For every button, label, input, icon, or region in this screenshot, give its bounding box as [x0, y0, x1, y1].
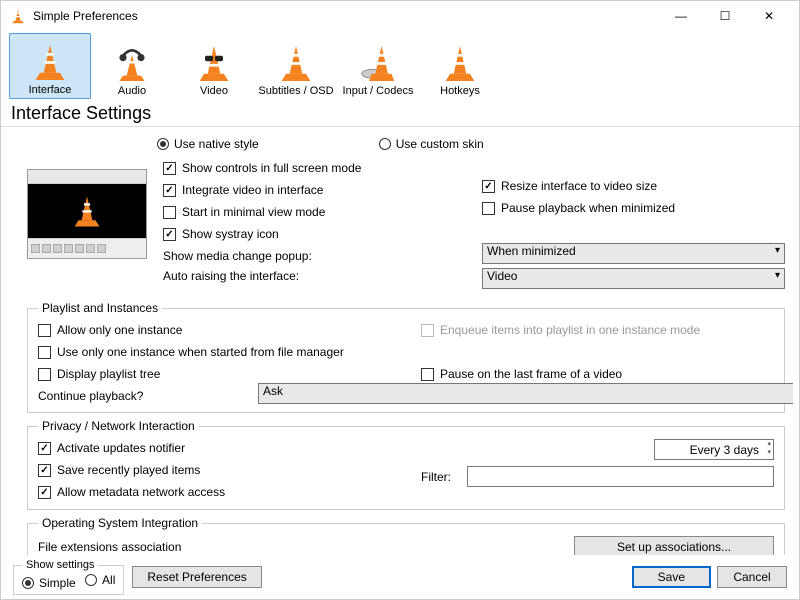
window-title: Simple Preferences: [33, 9, 659, 23]
chk-start-minimal[interactable]: Start in minimal view mode: [163, 203, 466, 221]
filter-label: Filter:: [421, 470, 457, 484]
chk-save-recent[interactable]: Save recently played items: [38, 461, 391, 479]
chk-one-instance-filemanager[interactable]: Use only one instance when started from …: [38, 343, 391, 361]
chk-allow-metadata[interactable]: Allow metadata network access: [38, 483, 391, 501]
media-popup-select[interactable]: When minimized: [482, 243, 785, 264]
privacy-group: Privacy / Network Interaction Activate u…: [27, 419, 785, 510]
chk-integrate-video[interactable]: Integrate video in interface: [163, 181, 466, 199]
cone-icon: [32, 42, 68, 82]
tab-label: Hotkeys: [440, 85, 480, 97]
chk-allow-one-instance[interactable]: Allow only one instance: [38, 321, 391, 339]
headphones-cone-icon: [114, 43, 150, 83]
cone-icon: [442, 43, 478, 83]
titlebar: Simple Preferences — ☐ ✕: [1, 1, 799, 31]
footer: Show settings Simple All Reset Preferenc…: [1, 555, 799, 599]
show-settings-group: Show settings Simple All: [13, 559, 124, 595]
reset-preferences-button[interactable]: Reset Preferences: [132, 566, 261, 588]
minimize-button[interactable]: —: [659, 2, 703, 30]
radio-custom-skin[interactable]: Use custom skin: [379, 137, 484, 151]
auto-raise-select[interactable]: Video: [482, 268, 785, 289]
chk-pause-minimized[interactable]: Pause playback when minimized: [482, 199, 785, 217]
radio-icon: [157, 138, 169, 150]
tab-hotkeys[interactable]: Hotkeys: [419, 33, 501, 99]
cancel-button[interactable]: Cancel: [717, 566, 787, 588]
update-frequency-stepper[interactable]: Every 3 days: [654, 439, 774, 460]
tab-audio[interactable]: Audio: [91, 33, 173, 99]
filter-input[interactable]: [467, 466, 774, 487]
file-ext-label: File extensions association: [38, 540, 554, 554]
close-button[interactable]: ✕: [747, 2, 791, 30]
save-button[interactable]: Save: [632, 566, 711, 588]
chk-enqueue-items: Enqueue items into playlist in one insta…: [421, 321, 774, 339]
tab-label: Interface: [29, 84, 72, 96]
radio-native-style[interactable]: Use native style: [157, 137, 259, 151]
group-legend: Show settings: [22, 559, 98, 571]
group-legend: Playlist and Instances: [38, 301, 162, 315]
interface-preview-thumbnail: [27, 169, 147, 259]
group-legend: Privacy / Network Interaction: [38, 419, 199, 433]
media-popup-label: Show media change popup:: [163, 249, 363, 263]
cone-disc-icon: [360, 43, 396, 83]
cone-icon: [278, 43, 314, 83]
page-title: Interface Settings: [1, 99, 799, 127]
tab-label: Audio: [118, 85, 146, 97]
tab-label: Video: [200, 85, 228, 97]
tab-input-codecs[interactable]: Input / Codecs: [337, 33, 419, 99]
tab-subtitles[interactable]: Subtitles / OSD: [255, 33, 337, 99]
group-legend: Operating System Integration: [38, 516, 202, 530]
vlc-icon: [9, 7, 27, 25]
continue-playback-select[interactable]: Ask: [258, 383, 793, 404]
tab-video[interactable]: Video: [173, 33, 255, 99]
tab-interface[interactable]: Interface: [9, 33, 91, 99]
radio-simple[interactable]: Simple: [22, 576, 76, 590]
settings-scroll[interactable]: Use native style Use custom skin Show co…: [7, 129, 793, 555]
chk-show-controls-fullscreen[interactable]: Show controls in full screen mode: [163, 159, 466, 177]
maximize-button[interactable]: ☐: [703, 2, 747, 30]
radio-all[interactable]: All: [85, 573, 115, 587]
continue-playback-label: Continue playback?: [38, 389, 238, 403]
auto-raise-label: Auto raising the interface:: [163, 269, 363, 283]
radio-label: Use native style: [174, 137, 259, 151]
radio-icon: [379, 138, 391, 150]
chk-show-systray[interactable]: Show systray icon: [163, 225, 466, 243]
chk-resize-interface[interactable]: Resize interface to video size: [482, 177, 785, 195]
chk-display-playlist-tree[interactable]: Display playlist tree: [38, 365, 391, 383]
setup-associations-button[interactable]: Set up associations...: [574, 536, 774, 555]
glasses-cone-icon: [196, 43, 232, 83]
chk-pause-last-frame[interactable]: Pause on the last frame of a video: [421, 365, 774, 383]
tab-label: Input / Codecs: [343, 85, 414, 97]
category-tabs: Interface Audio Video Subtitles / OSD In…: [1, 31, 799, 99]
playlist-group: Playlist and Instances Allow only one in…: [27, 301, 785, 413]
radio-label: Use custom skin: [396, 137, 484, 151]
os-integration-group: Operating System Integration File extens…: [27, 516, 785, 555]
tab-label: Subtitles / OSD: [258, 85, 333, 97]
chk-updates-notifier[interactable]: Activate updates notifier: [38, 439, 391, 457]
